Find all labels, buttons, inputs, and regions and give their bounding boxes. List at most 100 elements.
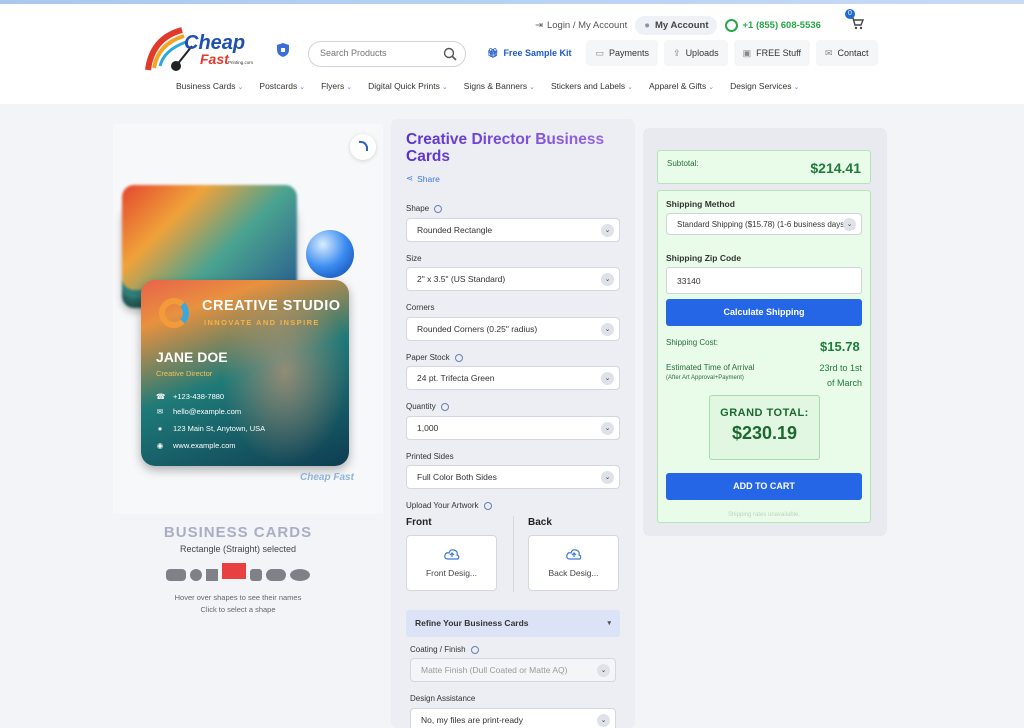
printed-sides-select[interactable]: Full Color Both Sides ⌄: [406, 465, 620, 489]
phone-icon: ☎: [156, 392, 166, 401]
whatsapp-icon: [725, 19, 739, 32]
chevron-down-icon: ⌄: [601, 273, 614, 286]
calculate-shipping-button[interactable]: Calculate Shipping: [666, 299, 862, 326]
cloud-upload-icon: [443, 549, 459, 560]
eta-date-line2: of March: [826, 378, 862, 388]
nav-signs-banners[interactable]: Signs & Banners ⌄: [464, 81, 535, 91]
shape-rectangle-selected[interactable]: [222, 563, 246, 579]
caret-icon: ▾: [607, 620, 611, 627]
my-account-button[interactable]: ● My Account: [635, 16, 718, 35]
nav-flyers[interactable]: Flyers ⌄: [321, 81, 352, 91]
card-web-line: ◉ www.example.com: [156, 441, 236, 450]
chevron-down-icon: ⌄: [346, 84, 353, 91]
subtotal-box: Subtotal: $214.41: [657, 150, 871, 184]
category-nav: Business Cards ⌄ Postcards ⌄ Flyers ⌄ Digit…: [176, 81, 799, 91]
subtotal-label: Subtotal:: [667, 159, 699, 168]
chevron-down-icon: ⌄: [597, 714, 610, 727]
add-to-cart-button[interactable]: ADD TO CART: [666, 473, 862, 500]
nav-stickers-labels[interactable]: Stickers and Labels ⌄: [551, 81, 633, 91]
shipping-method-select[interactable]: Standard Shipping ($15.78) (1-6 business…: [666, 213, 862, 235]
info-icon[interactable]: [454, 353, 463, 362]
shape-oval[interactable]: [290, 569, 310, 581]
shapes-title: BUSINESS CARDS: [163, 524, 313, 541]
card-tagline: INNOVATE AND INSPIRE: [204, 318, 320, 327]
share-icon: ⋖: [406, 173, 414, 183]
globe-icon: ◉: [156, 441, 164, 450]
front-upload-button[interactable]: Front Desig...: [406, 535, 497, 591]
info-icon[interactable]: [470, 645, 479, 654]
phone-link[interactable]: +1 (855) 608-5536: [725, 19, 821, 32]
back-upload-button[interactable]: Back Desig...: [528, 535, 619, 591]
shape-select[interactable]: Rounded Rectangle ⌄: [406, 218, 620, 242]
chevron-down-icon: ⌄: [601, 372, 614, 385]
search-box[interactable]: [308, 41, 466, 67]
info-icon[interactable]: [483, 501, 492, 510]
size-label: Size: [406, 254, 422, 263]
card-address-line: ● 123 Main St, Anytown, USA: [157, 424, 266, 433]
shape-label: Shape: [406, 204, 443, 213]
mail-icon: ✉: [156, 407, 164, 416]
chevron-down-icon: ⌄: [627, 84, 634, 91]
upload-icon: ⇪: [673, 47, 681, 58]
search-icon[interactable]: [443, 47, 457, 61]
shield-icon: [277, 43, 289, 57]
loading-spinner-icon: [350, 134, 376, 160]
paper-stock-select[interactable]: 24 pt. Trifecta Green ⌄: [406, 366, 620, 390]
quantity-select[interactable]: 1,000 ⌄: [406, 416, 620, 440]
info-icon[interactable]: [440, 402, 449, 411]
chevron-down-icon: ⌄: [601, 422, 614, 435]
login-icon: ⇥: [535, 20, 543, 31]
size-select[interactable]: 2" x 3.5" (US Standard) ⌄: [406, 267, 620, 291]
shape-rounded-rect[interactable]: [166, 569, 186, 581]
shape-pill[interactable]: [266, 569, 286, 581]
logo-text-fast: Fast: [200, 51, 229, 67]
business-card-preview[interactable]: CREATIVE STUDIO INNOVATE AND INSPIRE JAN…: [141, 280, 349, 466]
nav-digital-quick-prints[interactable]: Digital Quick Prints ⌄: [368, 81, 448, 91]
nav-postcards[interactable]: Postcards ⌄: [259, 81, 305, 91]
envelope-icon: ✉: [824, 47, 833, 58]
coating-select[interactable]: Matte Finish (Dull Coated or Matte AQ) ⌄: [410, 658, 616, 682]
shipping-method-label: Shipping Method: [666, 199, 735, 209]
chevron-down-icon: ⌄: [597, 664, 610, 677]
nav-apparel-gifts[interactable]: Apparel & Gifts ⌄: [649, 81, 714, 91]
chevron-down-icon: ⌄: [529, 84, 535, 91]
payments-link[interactable]: ▭ Payments: [586, 40, 659, 66]
share-link[interactable]: ⋖ Share: [406, 173, 440, 184]
card-email-line: ✉ hello@example.com: [156, 407, 242, 416]
card-name: JANE DOE: [156, 349, 228, 365]
uploads-link[interactable]: ⇪ Uploads: [664, 40, 728, 66]
printed-sides-label: Printed Sides: [406, 452, 454, 461]
refine-accordion[interactable]: Refine Your Business Cards ▾: [406, 610, 620, 637]
site-logo[interactable]: Cheap Fast Printing.com: [140, 22, 264, 76]
watermark-logo: Cheap Fast: [300, 472, 354, 483]
login-link[interactable]: ⇥ Login / My Account: [535, 20, 627, 31]
shape-hint: Hover over shapes to see their names Clic…: [174, 593, 302, 614]
corners-select[interactable]: Rounded Corners (0.25" radius) ⌄: [406, 317, 620, 341]
free-sample-kit-link[interactable]: 🎁︎ Free Sample Kit: [478, 40, 581, 66]
cloud-upload-icon: [565, 549, 581, 560]
shape-selected-text: Rectangle (Straight) selected: [179, 544, 297, 554]
paper-stock-label: Paper Stock: [406, 353, 463, 362]
corners-label: Corners: [406, 303, 435, 312]
info-icon[interactable]: [434, 204, 443, 213]
design-assistance-label: Design Assistance: [410, 694, 476, 703]
design-assistance-select[interactable]: No, my files are print-ready ⌄: [410, 708, 616, 728]
subtotal-value: $214.41: [810, 160, 861, 176]
front-label: Front: [406, 517, 432, 528]
shape-square[interactable]: [206, 569, 218, 581]
zip-input[interactable]: [666, 267, 862, 294]
nav-design-services[interactable]: Design Services ⌄: [730, 81, 799, 91]
contact-link[interactable]: ✉ Contact: [815, 40, 878, 66]
shape-circle[interactable]: [190, 569, 202, 581]
shipping-cost-value: $15.78: [820, 339, 860, 354]
portrait-image: [221, 310, 349, 466]
shape-rounded-square[interactable]: [250, 569, 262, 581]
back-label: Back: [528, 517, 552, 528]
free-stuff-link[interactable]: ▣ FREE Stuff: [733, 40, 810, 66]
search-input[interactable]: [320, 48, 440, 58]
decorative-sphere: [306, 230, 354, 278]
card-stack-image: [122, 185, 297, 290]
cart-button[interactable]: 0: [845, 9, 866, 32]
nav-business-cards[interactable]: Business Cards ⌄: [176, 81, 243, 91]
zip-label: Shipping Zip Code: [666, 253, 742, 263]
